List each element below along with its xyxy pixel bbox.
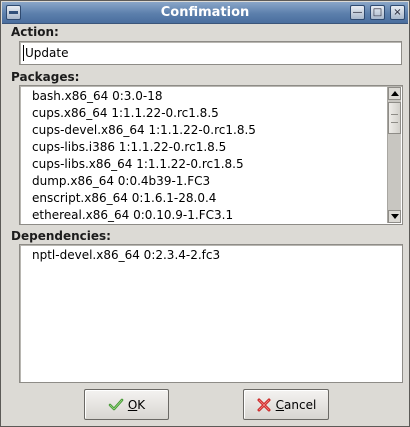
packages-scrollbar[interactable] bbox=[387, 87, 401, 223]
confirmation-dialog: Confimation — □ × Action: Update Package… bbox=[0, 0, 410, 427]
scroll-down-arrow-icon[interactable] bbox=[388, 210, 401, 223]
package-item[interactable]: cups-libs.x86_64 1:1.1.22-0.rc1.8.5 bbox=[32, 156, 244, 172]
ok-label-rest: K bbox=[137, 398, 146, 412]
maximize-icon: □ bbox=[372, 7, 383, 18]
package-item[interactable]: cups.x86_64 1:1.1.22-0.rc1.8.5 bbox=[32, 105, 219, 121]
dependencies-label: Dependencies: bbox=[11, 229, 111, 243]
package-item[interactable]: bash.x86_64 0:3.0-18 bbox=[32, 88, 162, 104]
package-item[interactable]: dump.x86_64 0:0.4b39-1.FC3 bbox=[32, 173, 210, 189]
x-icon bbox=[257, 398, 271, 412]
package-item[interactable]: cups-devel.x86_64 1:1.1.22-0.rc1.8.5 bbox=[32, 122, 256, 138]
title-bar[interactable]: Confimation — □ × bbox=[2, 2, 408, 24]
scroll-up-arrow-icon[interactable] bbox=[388, 87, 401, 100]
window-title: Confimation bbox=[160, 5, 250, 20]
cancel-button[interactable]: Cancel bbox=[243, 389, 329, 420]
text-cursor bbox=[23, 45, 24, 61]
package-item[interactable]: cups-libs.i386 1:1.1.22-0.rc1.8.5 bbox=[32, 139, 226, 155]
package-item[interactable]: enscript.x86_64 0:1.6.1-28.0.4 bbox=[32, 190, 216, 206]
cancel-label-rest: ancel bbox=[284, 398, 317, 412]
action-field[interactable]: Update bbox=[19, 41, 402, 65]
package-item[interactable]: ethereal.x86_64 0:0.10.9-1.FC3.1 bbox=[32, 207, 233, 223]
action-label: Action: bbox=[11, 25, 59, 39]
minimize-icon: — bbox=[352, 7, 363, 18]
close-button[interactable]: × bbox=[390, 5, 405, 20]
dependencies-list[interactable]: nptl-devel.x86_64 0:2.3.4-2.fc3 bbox=[19, 244, 403, 383]
ok-mnemonic: O bbox=[127, 398, 138, 412]
maximize-button[interactable]: □ bbox=[370, 5, 385, 20]
action-value: Update bbox=[25, 46, 69, 60]
scrollbar-thumb[interactable] bbox=[388, 102, 401, 134]
dependency-item[interactable]: nptl-devel.x86_64 0:2.3.4-2.fc3 bbox=[32, 247, 220, 263]
packages-label: Packages: bbox=[11, 70, 80, 84]
check-icon bbox=[108, 398, 124, 411]
close-icon: × bbox=[393, 7, 402, 18]
ok-button[interactable]: OK bbox=[84, 389, 169, 420]
minimize-button[interactable]: — bbox=[350, 5, 365, 20]
packages-list[interactable]: bash.x86_64 0:3.0-18 cups.x86_64 1:1.1.2… bbox=[19, 85, 403, 225]
cancel-mnemonic: C bbox=[275, 398, 285, 412]
